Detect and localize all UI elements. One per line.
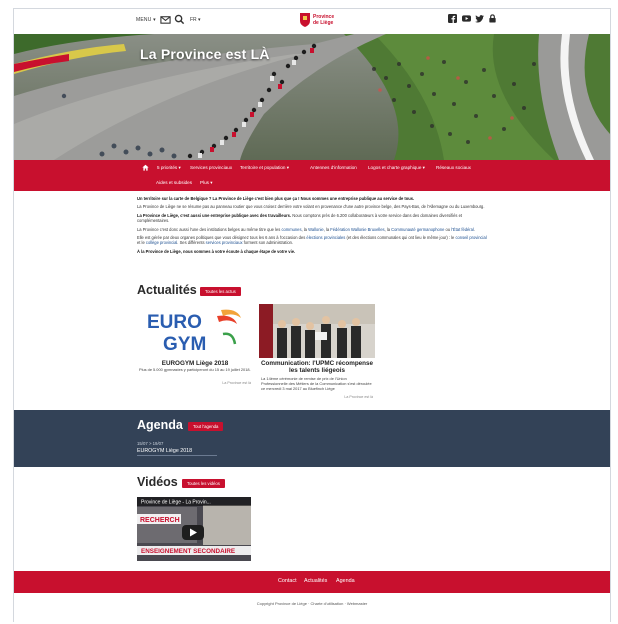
nav-item-reseaux[interactable]: Réseaux sociaux xyxy=(436,165,471,170)
nav-item-antennes[interactable]: Antennes d'information xyxy=(310,165,357,170)
agenda-event-title[interactable]: EUROGYM Liège 2018 xyxy=(137,448,192,454)
footer-link-actualites[interactable]: Actualités xyxy=(304,578,327,584)
footer-link-charte[interactable]: Charte d'utilisation xyxy=(311,601,344,606)
news-image-upmc xyxy=(259,304,375,358)
eurogym-logo-gym: GYM xyxy=(163,334,206,355)
link-federation[interactable]: Fédération Wallonie Bruxelles xyxy=(330,227,384,232)
video-caption-1: RECHERCH xyxy=(140,517,180,524)
eurogym-logo-euro: EURO xyxy=(147,312,202,333)
eurogym-logo-icon: EURO GYM xyxy=(137,304,253,358)
top-bar: MENU ▾ FR ▾ Province de Liège xyxy=(14,10,610,34)
page-border-right xyxy=(610,8,611,622)
lock-icon[interactable] xyxy=(488,14,497,23)
nav-item-territoire[interactable]: Territoire et population ▾ xyxy=(240,165,289,171)
news-source-upmc: La Province est là xyxy=(344,395,373,399)
video-title: Province de Liège - La Provin... xyxy=(141,500,211,506)
page: MENU ▾ FR ▾ Province de Liège La Provinc… xyxy=(0,0,618,624)
hero-banner: La Province est LÀ xyxy=(14,34,610,160)
footer-link-agenda[interactable]: Agenda xyxy=(336,578,355,584)
language-selector[interactable]: FR ▾ xyxy=(190,17,201,23)
news-desc-upmc: La 14ème cérémonie de remise de prix de … xyxy=(261,376,372,391)
copyright-text: Copyright Province de Liège xyxy=(256,601,307,606)
home-icon[interactable] xyxy=(142,164,149,171)
nav-item-logos[interactable]: Logos et charte graphique ▾ xyxy=(368,165,425,171)
page-border-top xyxy=(13,8,611,9)
nav-item-plus[interactable]: Plus ▾ xyxy=(200,180,213,186)
facebook-icon[interactable] xyxy=(448,14,457,23)
menu-button[interactable]: MENU ▾ xyxy=(136,17,156,23)
intro-p3-bold: La Province de Liège, c'est aussi une en… xyxy=(137,212,292,218)
agenda-divider xyxy=(137,455,217,456)
intro-paragraph-4: La Province c'est donc aussi l'une des i… xyxy=(137,227,489,232)
logo-line-2: de Liège xyxy=(313,20,334,26)
main-navigation: 5 priorités ▾ Services provinciaux Terri… xyxy=(14,160,610,191)
intro-p5-text: Elle est gérée par deux organes politiqu… xyxy=(137,235,307,241)
link-elections[interactable]: élections provinciales xyxy=(306,235,345,240)
news-desc-eurogym: Plus de 5.000 gymnastes y participeront … xyxy=(139,367,251,372)
copyright-line: Copyright Province de Liège · Charte d'u… xyxy=(256,601,368,606)
logo-text: Province de Liège xyxy=(313,14,334,26)
intro-p5-sep: et le xyxy=(137,240,146,246)
link-communaute[interactable]: Communauté germanophone xyxy=(391,227,444,232)
video-caption-2: ENSEIGNEMENT SECONDAIRE xyxy=(141,548,235,555)
news-source-eurogym: La Province est là xyxy=(222,381,251,385)
videos-section-title: Vidéos xyxy=(137,475,178,489)
footer-link-webmaster[interactable]: Webmaster xyxy=(347,601,367,606)
intro-p4-text: La Province c'est donc aussi l'une des i… xyxy=(137,226,282,232)
site-logo[interactable]: Province de Liège xyxy=(300,12,350,32)
envelope-icon[interactable] xyxy=(160,14,171,25)
link-conseil[interactable]: conseil provincial xyxy=(455,235,486,240)
footer-bar: Contact Actualités Agenda xyxy=(14,571,610,593)
all-agenda-button[interactable]: Tout l'agenda xyxy=(188,422,224,431)
link-services[interactable]: services provinciaux xyxy=(206,240,243,245)
nav-item-priorites[interactable]: 5 priorités ▾ xyxy=(157,165,181,171)
play-icon[interactable] xyxy=(182,525,204,540)
nav-item-aides[interactable]: Aides et subsides xyxy=(156,180,192,185)
hero-image xyxy=(14,34,610,160)
intro-paragraph-2: La Province de Liège ne se résume pas au… xyxy=(137,204,485,210)
youtube-icon[interactable] xyxy=(462,14,471,23)
twitter-icon[interactable] xyxy=(475,14,484,23)
all-videos-button[interactable]: Toutes les vidéos xyxy=(182,479,225,488)
nav-item-services[interactable]: Services provinciaux xyxy=(190,165,232,170)
video-thumbnail[interactable]: Province de Liège - La Provin... RECHERC… xyxy=(137,497,251,561)
news-image-eurogym: EURO GYM xyxy=(137,304,253,358)
intro-text: Un territoire sur la carte de Belgique ?… xyxy=(137,196,489,257)
agenda-date-start: 15/07 xyxy=(137,441,148,446)
intro-paragraph-5: Elle est gérée par deux organes politiqu… xyxy=(137,235,489,246)
agenda-title: Agenda xyxy=(137,418,183,432)
intro-paragraph-3: La Province de Liège, c'est aussi une en… xyxy=(137,213,489,224)
agenda-section: Agenda Tout l'agenda 15/07 > 19/07 EUROG… xyxy=(14,410,610,467)
link-wallonie[interactable]: Wallonie xyxy=(308,227,324,232)
province-logo-icon xyxy=(300,13,310,27)
link-communes[interactable]: communes xyxy=(281,227,301,232)
intro-p5-sep: (et des élections communales qui ont lie… xyxy=(345,235,456,241)
search-icon[interactable] xyxy=(174,14,185,25)
video-frame: Province de Liège - La Provin... RECHERC… xyxy=(137,497,251,561)
agenda-date-end: 19/07 xyxy=(152,441,164,446)
news-title-upmc[interactable]: Communication: l'UPMC récompense les tal… xyxy=(259,360,375,375)
agenda-event-date: 15/07 > 19/07 xyxy=(137,441,164,446)
news-section-title: Actualités xyxy=(137,283,197,297)
intro-paragraph-1: Un territoire sur la carte de Belgique ?… xyxy=(137,196,415,201)
upmc-photo xyxy=(259,304,375,358)
hero-title: La Province est LÀ xyxy=(140,46,270,62)
intro-p5-end: forment son administration. xyxy=(242,240,294,246)
link-etat-federal[interactable]: l'État fédéral xyxy=(451,227,474,232)
footer-link-contact[interactable]: Contact xyxy=(278,578,297,584)
intro-p4-end: . xyxy=(473,226,476,232)
link-college[interactable]: collège provincial xyxy=(146,240,177,245)
intro-p5-sep: . Ses différents xyxy=(177,240,206,246)
intro-paragraph-6: À la Province de Liège, nous sommes à vo… xyxy=(137,248,296,254)
all-news-button[interactable]: Toutes les actus xyxy=(200,287,241,296)
